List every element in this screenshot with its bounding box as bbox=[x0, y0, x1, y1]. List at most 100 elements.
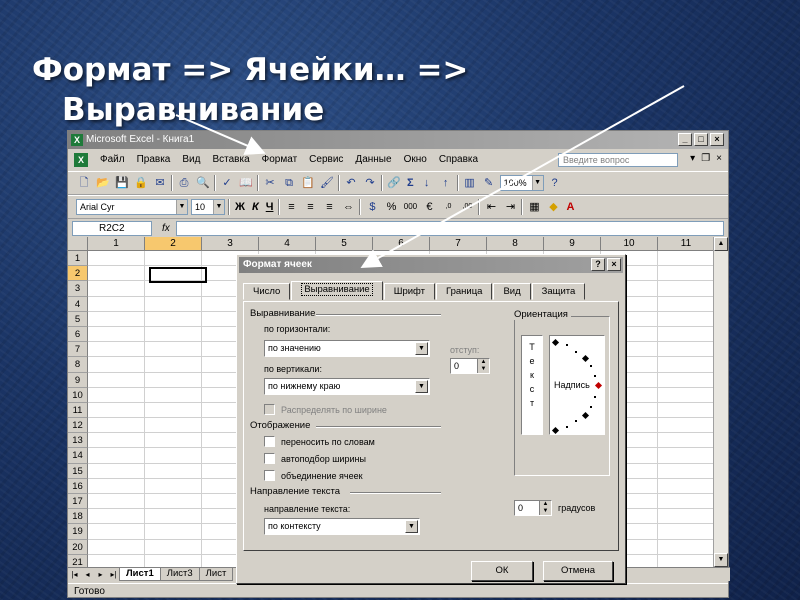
row-header[interactable]: 11 bbox=[68, 402, 88, 419]
cell[interactable] bbox=[658, 478, 715, 494]
select-all-corner[interactable] bbox=[68, 237, 88, 251]
tab-border[interactable]: Граница bbox=[436, 283, 493, 300]
column-header[interactable]: 3 bbox=[202, 237, 259, 251]
cell[interactable] bbox=[145, 326, 202, 343]
menu-window[interactable]: Окно bbox=[398, 150, 433, 170]
row-header[interactable]: 19 bbox=[68, 524, 88, 540]
cell[interactable] bbox=[658, 433, 715, 449]
cell[interactable] bbox=[88, 554, 145, 567]
currency-icon[interactable]: $ bbox=[364, 199, 380, 215]
fx-icon[interactable]: fx bbox=[162, 223, 170, 234]
drawing-icon[interactable]: ✎ bbox=[481, 175, 497, 191]
cell[interactable] bbox=[658, 342, 715, 358]
email-icon[interactable]: ✉ bbox=[152, 175, 168, 191]
row-header[interactable]: 17 bbox=[68, 494, 88, 510]
chart-wizard-icon[interactable]: ▥ bbox=[462, 175, 478, 191]
cell[interactable] bbox=[88, 418, 145, 434]
cell[interactable] bbox=[88, 281, 145, 297]
fill-color-icon[interactable]: ◆ bbox=[545, 199, 561, 215]
permission-icon[interactable]: 🔒 bbox=[133, 175, 149, 191]
cell[interactable] bbox=[658, 448, 715, 464]
thousands-icon[interactable]: 000 bbox=[402, 199, 418, 215]
menu-insert[interactable]: Вставка bbox=[206, 150, 255, 170]
cell[interactable] bbox=[145, 448, 202, 464]
next-sheet-icon[interactable]: ▸ bbox=[94, 570, 107, 579]
column-header[interactable]: 9 bbox=[544, 237, 601, 251]
cell[interactable] bbox=[88, 326, 145, 343]
cell[interactable] bbox=[145, 402, 202, 419]
row-header[interactable]: 13 bbox=[68, 433, 88, 449]
row-header[interactable]: 12 bbox=[68, 418, 88, 434]
cell[interactable] bbox=[88, 433, 145, 449]
zoom-select[interactable]: 100% ▼ bbox=[499, 175, 544, 191]
cell[interactable] bbox=[658, 463, 715, 479]
cell[interactable] bbox=[145, 418, 202, 434]
hyperlink-icon[interactable]: 🔗 bbox=[386, 175, 402, 191]
cell[interactable] bbox=[658, 418, 715, 434]
cell[interactable] bbox=[658, 266, 715, 282]
maximize-button[interactable]: □ bbox=[694, 133, 708, 146]
sort-desc-icon[interactable]: ↑ bbox=[438, 175, 454, 191]
tab-alignment[interactable]: Выравнивание bbox=[291, 281, 383, 300]
underline-icon[interactable]: Ч bbox=[264, 199, 276, 215]
help-icon[interactable]: ? bbox=[547, 175, 563, 191]
font-name-select[interactable]: Arial Cyr ▼ bbox=[76, 199, 188, 215]
cell[interactable] bbox=[88, 311, 145, 327]
spinner-arrows-icon[interactable]: ▲ ▼ bbox=[477, 359, 489, 373]
tab-number[interactable]: Число bbox=[243, 283, 291, 300]
scroll-up-icon[interactable]: ▲ bbox=[714, 237, 728, 251]
cell[interactable] bbox=[658, 372, 715, 388]
close-button[interactable]: × bbox=[710, 133, 724, 146]
help-question-input[interactable]: Введите вопрос bbox=[558, 153, 678, 167]
wrap-text-checkbox[interactable]: переносить по словам bbox=[264, 436, 375, 447]
cell[interactable] bbox=[88, 509, 145, 525]
cell[interactable] bbox=[88, 251, 145, 267]
column-header[interactable]: 11 bbox=[658, 237, 715, 251]
menu-edit[interactable]: Правка bbox=[131, 150, 177, 170]
vertical-scrollbar[interactable]: ▲ ▼ bbox=[713, 237, 728, 567]
cell[interactable] bbox=[145, 463, 202, 479]
column-header[interactable]: 2 bbox=[145, 237, 202, 251]
format-painter-icon[interactable]: 🖌 bbox=[319, 175, 335, 191]
ok-button[interactable]: ОК bbox=[471, 561, 533, 581]
tab-patterns[interactable]: Вид bbox=[493, 283, 531, 300]
cell[interactable] bbox=[658, 387, 715, 403]
cell[interactable] bbox=[145, 296, 202, 312]
print-icon[interactable]: ⎙ bbox=[176, 175, 192, 191]
cell[interactable] bbox=[88, 478, 145, 494]
cell[interactable] bbox=[88, 539, 145, 555]
menu-format[interactable]: Формат bbox=[256, 150, 304, 170]
active-cell[interactable] bbox=[149, 267, 207, 283]
vertical-select[interactable]: по нижнему краю ▼ bbox=[264, 378, 430, 395]
cell[interactable] bbox=[658, 357, 715, 373]
direction-select[interactable]: по контексту ▼ bbox=[264, 518, 420, 535]
chevron-down-icon[interactable]: ▾ bbox=[690, 153, 695, 164]
cell[interactable] bbox=[88, 372, 145, 388]
row-header[interactable]: 6 bbox=[68, 326, 88, 343]
cell[interactable] bbox=[88, 357, 145, 373]
preview-icon[interactable]: 🔍 bbox=[195, 175, 211, 191]
vertical-text-box[interactable]: Т е к с т bbox=[521, 335, 543, 435]
autosum-icon[interactable]: Σ bbox=[405, 175, 416, 191]
cell[interactable] bbox=[88, 296, 145, 312]
tab-font[interactable]: Шрифт bbox=[383, 283, 435, 300]
decrease-decimal-icon[interactable]: ,00 bbox=[459, 199, 475, 215]
cell[interactable] bbox=[145, 251, 202, 267]
prev-sheet-icon[interactable]: ◂ bbox=[81, 570, 94, 579]
column-header[interactable]: 4 bbox=[259, 237, 316, 251]
menu-help[interactable]: Справка bbox=[433, 150, 484, 170]
cell[interactable] bbox=[145, 311, 202, 327]
merge-center-icon[interactable]: ⇔ bbox=[340, 199, 356, 215]
column-header[interactable]: 8 bbox=[487, 237, 544, 251]
merge-cells-checkbox[interactable]: объединение ячеек bbox=[264, 470, 363, 481]
percent-icon[interactable]: % bbox=[383, 199, 399, 215]
bold-icon[interactable]: Ж bbox=[233, 199, 247, 215]
indent-spinner[interactable]: 0 ▲ ▼ bbox=[450, 358, 490, 374]
row-header[interactable]: 14 bbox=[68, 448, 88, 464]
font-color-icon[interactable]: A bbox=[564, 199, 576, 215]
row-header[interactable]: 10 bbox=[68, 387, 88, 403]
dial-pointer[interactable] bbox=[594, 381, 603, 390]
row-header[interactable]: 7 bbox=[68, 342, 88, 358]
tab-protection[interactable]: Защита bbox=[531, 283, 586, 300]
cell[interactable] bbox=[88, 524, 145, 540]
